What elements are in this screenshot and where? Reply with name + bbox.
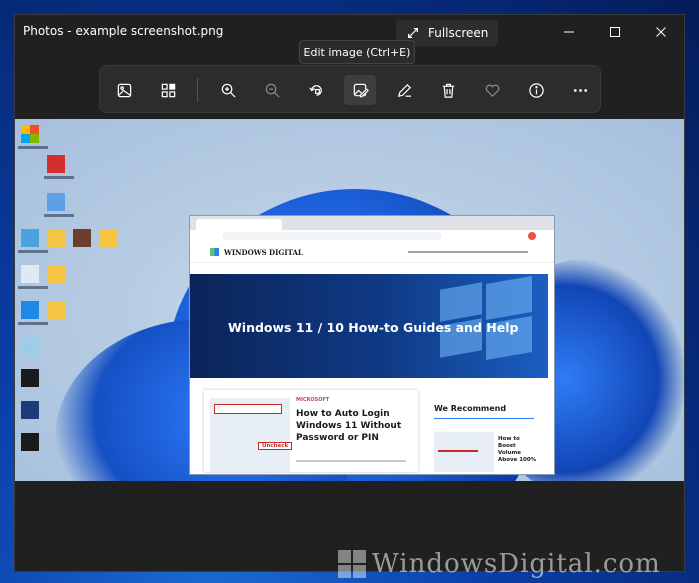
zoom-out-icon: [265, 83, 280, 98]
article-card: Uncheck MICROSOFT How to Auto Login Wind…: [204, 390, 418, 472]
desktop-icon[interactable]: [47, 193, 65, 211]
rotate-icon: [308, 84, 322, 96]
favorite-heart-icon: [485, 84, 499, 97]
thumbnail-highlight: [214, 404, 282, 414]
image-icon: [117, 83, 131, 97]
desktop-icon[interactable]: [21, 301, 39, 319]
hero-title: Windows 11 / 10 How-to Guides and Help: [228, 320, 519, 335]
markup-pen-icon: [397, 83, 411, 97]
desktop-icon[interactable]: [73, 229, 91, 247]
rotate-button[interactable]: [300, 75, 332, 105]
desktop-icon[interactable]: [21, 337, 39, 355]
info-button[interactable]: [520, 75, 552, 105]
sidebar-thumbnail: [434, 432, 494, 472]
photos-window: Photos - example screenshot.png Fullscre…: [14, 14, 685, 572]
more-button[interactable]: [564, 75, 596, 105]
info-icon: [528, 82, 544, 98]
watermark: WindowsDigital.com: [338, 545, 699, 583]
delete-icon: [442, 83, 454, 98]
windows-logo-pane: [486, 275, 532, 321]
desktop-icon[interactable]: [21, 125, 39, 143]
profile-avatar: [528, 232, 536, 240]
desktop-icon[interactable]: [21, 401, 39, 419]
article-category: MICROSOFT: [296, 397, 330, 403]
gallery-button[interactable]: [152, 75, 184, 105]
site-menu: [408, 251, 528, 253]
desktop-label: [18, 286, 48, 289]
epic-games-icon[interactable]: [21, 369, 39, 387]
photo-canvas[interactable]: WINDOWS DIGITAL Windows 11 / 10 How-to G…: [15, 119, 684, 481]
delete-button[interactable]: [432, 75, 464, 105]
site-logo: WINDOWS DIGITAL: [224, 248, 303, 257]
zoom-in-icon: [221, 83, 236, 98]
folder-icon[interactable]: [47, 229, 65, 247]
desktop-icon[interactable]: [47, 155, 65, 173]
window-title: Photos - example screenshot.png: [23, 24, 224, 38]
photo-toolbar: [99, 65, 601, 113]
article-thumbnail: Uncheck: [210, 398, 293, 472]
desktop-label: [18, 250, 48, 253]
desktop-label: [18, 322, 48, 325]
maximize-icon: [610, 27, 620, 37]
folder-icon[interactable]: [99, 229, 117, 247]
edit-image-button[interactable]: [344, 75, 376, 105]
sidebar-article-title: How to Boost Volume Above 100%: [498, 436, 537, 463]
favorite-button[interactable]: [476, 75, 508, 105]
close-button[interactable]: [638, 15, 684, 49]
browser-url-field: [222, 232, 442, 240]
edit-image-icon: [353, 83, 369, 97]
sidebar-heading: We Recommend: [434, 404, 507, 413]
browser-tab-bar: [190, 216, 554, 230]
fullscreen-label: Fullscreen: [428, 26, 489, 40]
fullscreen-icon: [408, 28, 418, 38]
close-icon: [656, 27, 666, 37]
watermark-text: WindowsDigital.com: [372, 549, 661, 579]
folder-icon[interactable]: [47, 265, 65, 283]
maximize-button[interactable]: [592, 15, 638, 49]
desktop-icon[interactable]: [21, 433, 39, 451]
desktop-label: [18, 146, 48, 149]
sidebar-divider: [434, 418, 534, 419]
edit-image-tooltip: Edit image (Ctrl+E): [299, 40, 415, 64]
site-hero-banner: Windows 11 / 10 How-to Guides and Help: [190, 274, 548, 378]
markup-button[interactable]: [388, 75, 420, 105]
article-title: How to Auto Login Windows 11 Without Pas…: [296, 409, 402, 443]
recycle-bin-icon[interactable]: [21, 265, 39, 283]
volume-slider-line: [438, 450, 478, 452]
browser-tab: [196, 219, 282, 230]
image-button[interactable]: [108, 75, 140, 105]
minimize-button[interactable]: [546, 15, 592, 49]
zoom-in-button[interactable]: [212, 75, 244, 105]
zoom-out-button[interactable]: [256, 75, 288, 105]
more-icon: [573, 88, 587, 92]
screenshot-browser-window: WINDOWS DIGITAL Windows 11 / 10 How-to G…: [189, 215, 555, 475]
site-logo-icon: [210, 248, 219, 256]
minimize-icon: [564, 31, 574, 33]
gallery-icon: [161, 83, 175, 97]
site-nav: WINDOWS DIGITAL: [190, 242, 554, 263]
windows-logo-pane: [440, 282, 482, 322]
desktop-label: [44, 176, 74, 179]
folder-icon[interactable]: [47, 301, 65, 319]
uncheck-label: Uncheck: [258, 442, 293, 450]
toolbar-separator: [197, 78, 198, 102]
desktop-icon[interactable]: [21, 229, 39, 247]
article-excerpt: [296, 460, 406, 462]
watermark-logo-icon: [338, 550, 366, 578]
desktop-label: [44, 214, 74, 217]
